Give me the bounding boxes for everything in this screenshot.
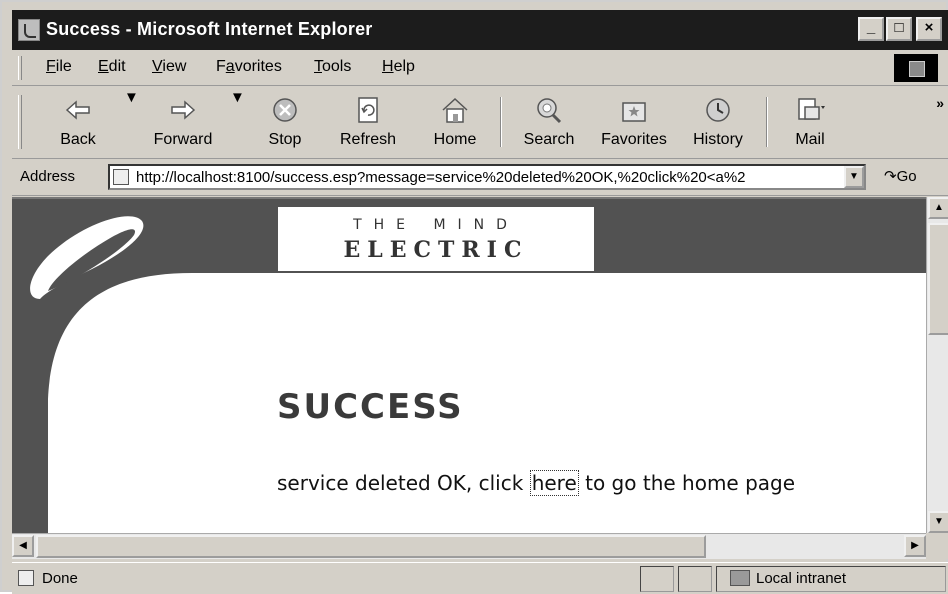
toolbar-grip[interactable] (18, 95, 22, 149)
address-label: Address (20, 168, 76, 185)
menu-bar: File Edit View Favorites Tools Help (12, 50, 948, 86)
favorites-folder-icon (622, 102, 646, 122)
vertical-scroll-thumb[interactable] (928, 223, 948, 335)
scroll-left-icon[interactable]: ◀ (12, 535, 34, 557)
close-button[interactable]: × (916, 17, 942, 41)
minimize-button[interactable]: _ (858, 17, 884, 41)
mail-button[interactable]: Mail (780, 89, 840, 155)
menu-grip[interactable] (18, 56, 22, 80)
forward-arrow-icon (171, 100, 196, 120)
horizontal-scrollbar[interactable]: ◀ ▶ (12, 533, 926, 559)
window-title: Success - Microsoft Internet Explorer (46, 19, 373, 39)
ie-page-icon (18, 19, 40, 41)
scrollbar-corner (926, 533, 948, 559)
toolbar-separator (500, 97, 502, 147)
scroll-down-icon[interactable]: ▼ (928, 511, 948, 533)
company-logo-icon (30, 216, 144, 299)
page-icon (113, 169, 129, 185)
security-zone-label: Local intranet (756, 570, 847, 587)
maximize-button[interactable]: □ (886, 17, 912, 41)
stop-button[interactable]: Stop (256, 89, 314, 155)
back-dropdown-icon[interactable]: ▼ (124, 89, 139, 155)
scroll-up-icon[interactable]: ▲ (928, 197, 948, 219)
home-link[interactable]: here (529, 470, 579, 496)
favorites-button[interactable]: Favorites (592, 89, 676, 155)
forward-button[interactable]: Forward (146, 89, 220, 155)
windows-logo-icon (894, 54, 938, 82)
status-message: service deleted OK, click here to go the… (277, 470, 796, 496)
home-button[interactable]: Home (424, 89, 486, 155)
page-done-icon (18, 570, 34, 586)
horizontal-scroll-thumb[interactable] (36, 535, 706, 558)
back-button[interactable]: Back (48, 89, 108, 155)
status-panel (640, 566, 674, 592)
menu-view[interactable]: View (152, 58, 186, 76)
menu-help[interactable]: Help (382, 58, 415, 76)
address-input[interactable]: http://localhost:8100/success.esp?messag… (108, 164, 866, 190)
address-bar: Address http://localhost:8100/success.es… (12, 160, 948, 196)
brand-logo: THE MIND ELECTRIC (278, 207, 594, 271)
go-button[interactable]: ↷Go (884, 167, 917, 185)
refresh-icon (358, 97, 378, 123)
scroll-right-icon[interactable]: ▶ (904, 535, 926, 557)
home-icon (442, 97, 468, 123)
history-icon (706, 98, 730, 122)
page-heading: SUCCESS (277, 387, 464, 427)
search-icon (537, 98, 562, 124)
refresh-button[interactable]: Refresh (332, 89, 404, 155)
vertical-scrollbar[interactable]: ▲ ▼ (926, 197, 948, 533)
search-button[interactable]: Search (514, 89, 584, 155)
menu-file[interactable]: File (46, 58, 72, 76)
brand-name: ELECTRIC (343, 237, 529, 263)
menu-edit[interactable]: Edit (98, 58, 126, 76)
title-bar[interactable]: Success - Microsoft Internet Explorer _ … (12, 10, 948, 50)
browser-window: Success - Microsoft Internet Explorer _ … (0, 0, 948, 594)
go-arrow-icon: ↷ (884, 168, 897, 185)
back-arrow-icon (65, 100, 90, 120)
forward-dropdown-icon[interactable]: ▼ (230, 89, 245, 155)
menu-tools[interactable]: Tools (314, 58, 351, 76)
status-panel (678, 566, 712, 592)
standard-toolbar: Back ▼ Forward ▼ Stop Refresh Home Searc… (12, 87, 948, 159)
address-url[interactable]: http://localhost:8100/success.esp?messag… (136, 169, 836, 186)
brand-tagline: THE MIND (353, 217, 519, 233)
status-text: Done (42, 570, 78, 587)
page-content: THE MIND ELECTRIC SUCCESS service delete… (12, 197, 926, 533)
local-intranet-icon (730, 570, 750, 586)
address-dropdown-icon[interactable]: ▼ (844, 166, 864, 188)
toolbar-more-chevron-icon[interactable]: » (936, 95, 944, 111)
mail-icon (798, 98, 825, 120)
status-bar: Done Local intranet (12, 562, 948, 594)
toolbar-separator (766, 97, 768, 147)
stop-icon (273, 98, 297, 122)
menu-favorites[interactable]: Favorites (216, 58, 282, 76)
history-button[interactable]: History (686, 89, 750, 155)
